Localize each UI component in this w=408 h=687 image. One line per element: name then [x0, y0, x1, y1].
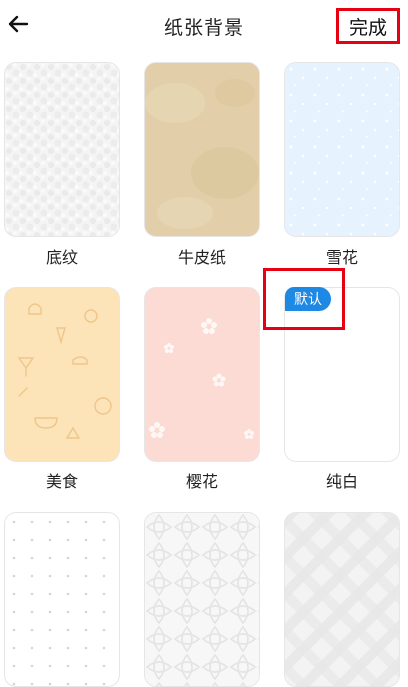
bg-card-plaid[interactable] — [284, 512, 400, 687]
lattice-pattern — [145, 513, 259, 686]
default-badge: 默认 — [285, 287, 331, 311]
bg-label-white: 纯白 — [325, 472, 358, 491]
food-pattern — [5, 288, 119, 461]
snow-pattern — [285, 63, 399, 236]
bg-label-texture: 底纹 — [45, 248, 78, 267]
bg-card-kraft[interactable] — [144, 62, 260, 237]
bg-card-lattice[interactable] — [144, 512, 260, 687]
bg-label-snow: 雪花 — [325, 248, 358, 267]
bg-label-kraft: 牛皮纸 — [177, 248, 226, 267]
bg-card-snow[interactable] — [284, 62, 400, 237]
bg-card-texture[interactable] — [4, 62, 120, 237]
bg-label-sakura: 樱花 — [185, 472, 218, 491]
plaid-pattern — [285, 513, 399, 686]
texture-pattern — [5, 63, 119, 236]
kraft-pattern — [145, 63, 259, 236]
bg-card-food[interactable] — [4, 287, 120, 462]
bg-card-sakura[interactable] — [144, 287, 260, 462]
dots-pattern — [5, 513, 119, 686]
bg-label-food: 美食 — [45, 472, 78, 491]
bg-card-dots[interactable] — [4, 512, 120, 687]
background-grid: 底纹 牛皮纸 雪花 默认 美食 樱花 纯白 — [0, 0, 408, 687]
sakura-pattern — [145, 288, 259, 461]
